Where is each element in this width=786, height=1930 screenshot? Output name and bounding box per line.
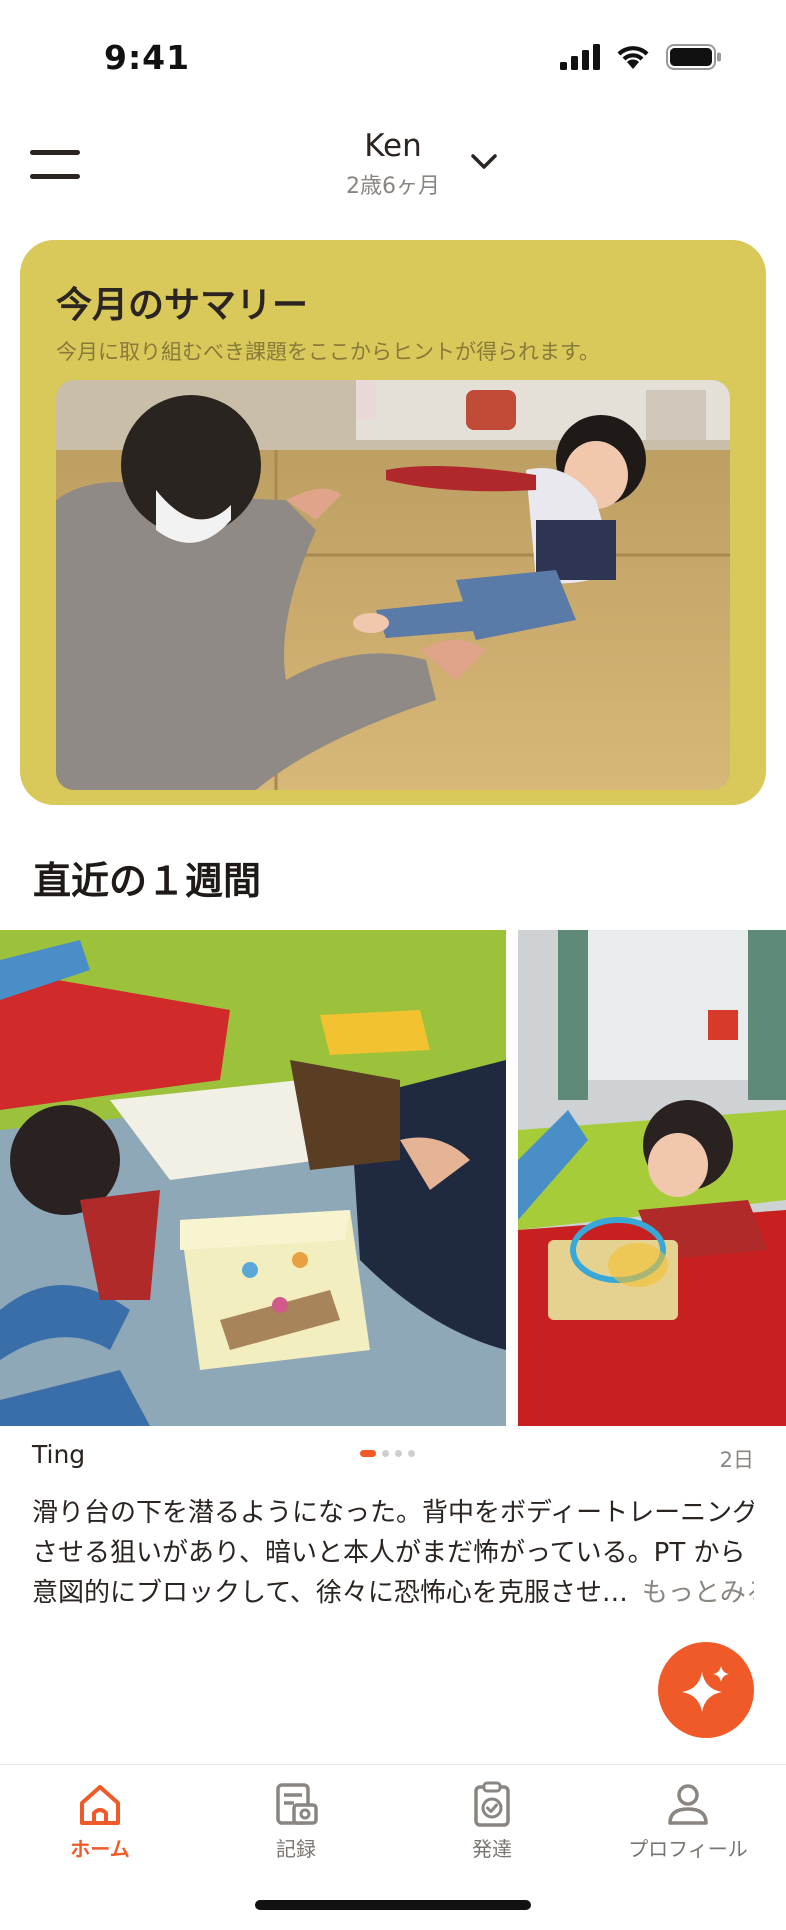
summary-title: 今月のサマリー <box>56 285 309 326</box>
home-icon <box>80 1785 120 1825</box>
post-photo-carousel[interactable] <box>0 930 786 1426</box>
post-body-line-text: 意図的にブロックして、徐々に恐怖心を克服させ… <box>32 1578 628 1608</box>
post-body-line-last: 意図的にブロックして、徐々に恐怖心を克服させ… もっとみる <box>32 1573 754 1613</box>
read-more-link[interactable]: もっとみる <box>642 1578 754 1608</box>
tab-home[interactable]: ホーム <box>30 1765 170 1875</box>
sparkle-icon <box>682 1666 729 1712</box>
clipboard-check-icon <box>474 1781 510 1827</box>
post-date: 2日 <box>719 1448 754 1472</box>
post-photo-2[interactable] <box>518 930 786 1426</box>
tab-home-label: ホーム <box>70 1837 130 1861</box>
tab-profile-label: プロフィール <box>628 1837 748 1861</box>
record-photo-icon <box>276 1783 318 1825</box>
status-time: 9:41 <box>104 38 191 77</box>
tab-profile[interactable]: プロフィール <box>618 1765 758 1875</box>
post-author[interactable]: Ting <box>32 1440 85 1469</box>
post-body-line: させる狙いがあり、暗いと本人がまだ怖がっている。PT から <box>32 1538 746 1568</box>
home-indicator <box>255 1900 531 1910</box>
status-icons <box>560 44 722 70</box>
ai-assist-button[interactable] <box>658 1642 754 1738</box>
carousel-page-indicator <box>360 1450 415 1457</box>
summary-photo <box>56 380 730 790</box>
profile-icon <box>668 1784 708 1825</box>
battery-icon <box>666 44 721 70</box>
page-dot <box>360 1450 376 1457</box>
child-name[interactable]: Ken <box>0 128 786 164</box>
recent-week-title: 直近の１週間 <box>33 859 262 903</box>
post-photo-1[interactable] <box>0 930 506 1426</box>
post-body-line: 滑り台の下を潜るようになった。背中をボディートレーニング <box>32 1498 754 1528</box>
page-dot <box>408 1450 415 1457</box>
tab-development-label: 発達 <box>472 1837 512 1861</box>
status-bar: 9:41 <box>0 0 786 110</box>
page-dot <box>382 1450 389 1457</box>
wifi-icon <box>617 46 649 69</box>
app-header: Ken 2歳6ヶ月 <box>0 110 786 220</box>
monthly-summary-card[interactable]: 今月のサマリー 今月に取り組むべき課題をここからヒントが得られます。 <box>20 240 766 805</box>
signal-icon <box>560 44 600 70</box>
tab-record-label: 記録 <box>276 1837 316 1861</box>
tab-development[interactable]: 発達 <box>422 1765 562 1875</box>
tab-record[interactable]: 記録 <box>226 1765 366 1875</box>
post-body[interactable]: 滑り台の下を潜るようになった。背中をボディートレーニング させる狙いがあり、暗い… <box>32 1493 754 1613</box>
page-dot <box>395 1450 402 1457</box>
chevron-down-icon[interactable] <box>468 150 500 174</box>
post-meta: Ting 2日 <box>0 1438 786 1478</box>
summary-subtitle: 今月に取り組むべき課題をここからヒントが得られます。 <box>56 340 600 364</box>
child-age: 2歳6ヶ月 <box>346 174 440 199</box>
